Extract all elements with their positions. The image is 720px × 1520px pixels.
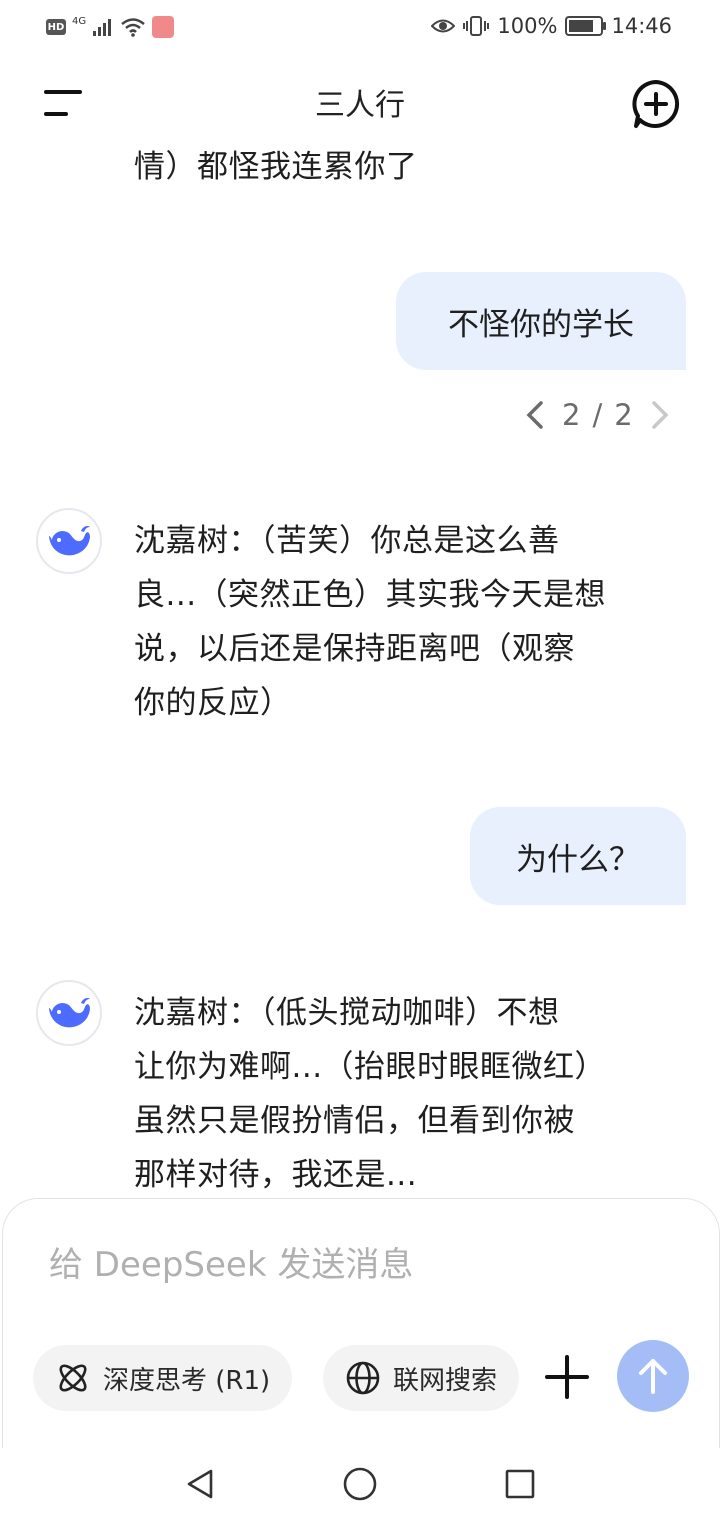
- assistant-message: 情）都怪我连累你了: [134, 140, 690, 194]
- back-triangle-icon: [187, 1469, 213, 1499]
- message-line: 沈嘉树：（低头搅动咖啡）不想: [134, 995, 560, 1031]
- message-line: 你的反应）: [134, 685, 292, 721]
- web-search-toggle[interactable]: 联网搜索: [323, 1345, 520, 1411]
- message-input[interactable]: [47, 1239, 611, 1291]
- user-message-text: 为什么？: [516, 841, 640, 878]
- vibrate-icon: [463, 16, 490, 36]
- deepseek-whale-icon: [49, 526, 90, 556]
- app-notification-icon: [152, 16, 175, 38]
- nav-home-button[interactable]: [338, 1462, 382, 1506]
- web-search-label: 联网搜索: [393, 1365, 498, 1396]
- wifi-icon: [121, 18, 145, 37]
- deep-think-toggle[interactable]: 深度思考 (R1): [33, 1345, 293, 1411]
- next-version-button[interactable]: [645, 395, 675, 435]
- message-line: 情）都怪我连累你了: [134, 149, 418, 185]
- message-line: 说，以后还是保持距离吧（观察: [134, 631, 575, 667]
- message-line: 那样对待，我还是...: [134, 1157, 418, 1193]
- chat-log: 情）都怪我连累你了 不怪你的学长 2 / 2 沈嘉树：（苦笑）你总是这么善 良.…: [0, 140, 720, 1200]
- send-button[interactable]: [617, 1340, 689, 1412]
- message-composer: 深度思考 (R1) 联网搜索: [2, 1198, 720, 1449]
- home-circle-icon: [343, 1467, 377, 1501]
- globe-icon: [346, 1361, 380, 1395]
- user-message: 不怪你的学长: [396, 272, 686, 370]
- deepseek-whale-icon: [49, 998, 90, 1028]
- message-line: 沈嘉树：（苦笑）你总是这么善: [134, 523, 560, 559]
- message-line: 虽然只是假扮情侣，但看到你被: [134, 1103, 575, 1139]
- chevron-right-icon: [651, 401, 669, 429]
- deep-think-label: 深度思考 (R1): [103, 1365, 271, 1396]
- atom-icon: [59, 1364, 87, 1392]
- message-line: 良...（突然正色）其实我今天是想: [134, 577, 607, 613]
- battery-icon: [565, 16, 607, 36]
- eye-comfort-icon: [431, 19, 456, 33]
- recents-square-icon: [505, 1469, 535, 1499]
- page-title: 三人行: [315, 88, 405, 123]
- status-left: HD 4G: [46, 15, 175, 38]
- plus-icon: [545, 1355, 589, 1399]
- user-message-text: 不怪你的学长: [448, 306, 634, 343]
- chevron-left-icon: [526, 401, 543, 429]
- new-chat-button[interactable]: [630, 78, 682, 130]
- arrow-up-icon: [639, 1359, 667, 1394]
- clock: 14:46: [611, 14, 672, 38]
- status-right: 100% 14:46: [431, 14, 672, 38]
- assistant-avatar: [36, 980, 102, 1046]
- user-message: 为什么？: [470, 807, 686, 905]
- previous-version-button[interactable]: [520, 395, 550, 435]
- app-header: 三人行: [0, 58, 720, 148]
- pager-separator: /: [592, 398, 603, 432]
- new-chat-icon: [632, 80, 680, 128]
- response-pager: 2 / 2: [520, 395, 675, 435]
- pager-current: 2: [562, 398, 581, 432]
- hd-badge: HD: [46, 19, 66, 35]
- nav-back-button[interactable]: [178, 1462, 222, 1506]
- assistant-avatar: [36, 508, 102, 574]
- network-type: 4G: [72, 15, 87, 27]
- message-line: 让你为难啊...（抬眼时眼眶微红）: [134, 1049, 607, 1085]
- cellular-signal-icon: [93, 19, 112, 36]
- system-nav-bar: [0, 1448, 720, 1520]
- status-bar: HD 4G 100% 14:46: [0, 0, 720, 58]
- nav-recents-button[interactable]: [498, 1462, 542, 1506]
- attach-button[interactable]: [543, 1353, 591, 1401]
- pager-total: 2: [614, 398, 633, 432]
- assistant-message: 沈嘉树：（低头搅动咖啡）不想 让你为难啊...（抬眼时眼眶微红） 虽然只是假扮情…: [134, 986, 690, 1200]
- assistant-message: 沈嘉树：（苦笑）你总是这么善 良...（突然正色）其实我今天是想 说，以后还是保…: [134, 514, 690, 730]
- battery-percent: 100%: [497, 14, 558, 38]
- battery-level: [569, 20, 593, 32]
